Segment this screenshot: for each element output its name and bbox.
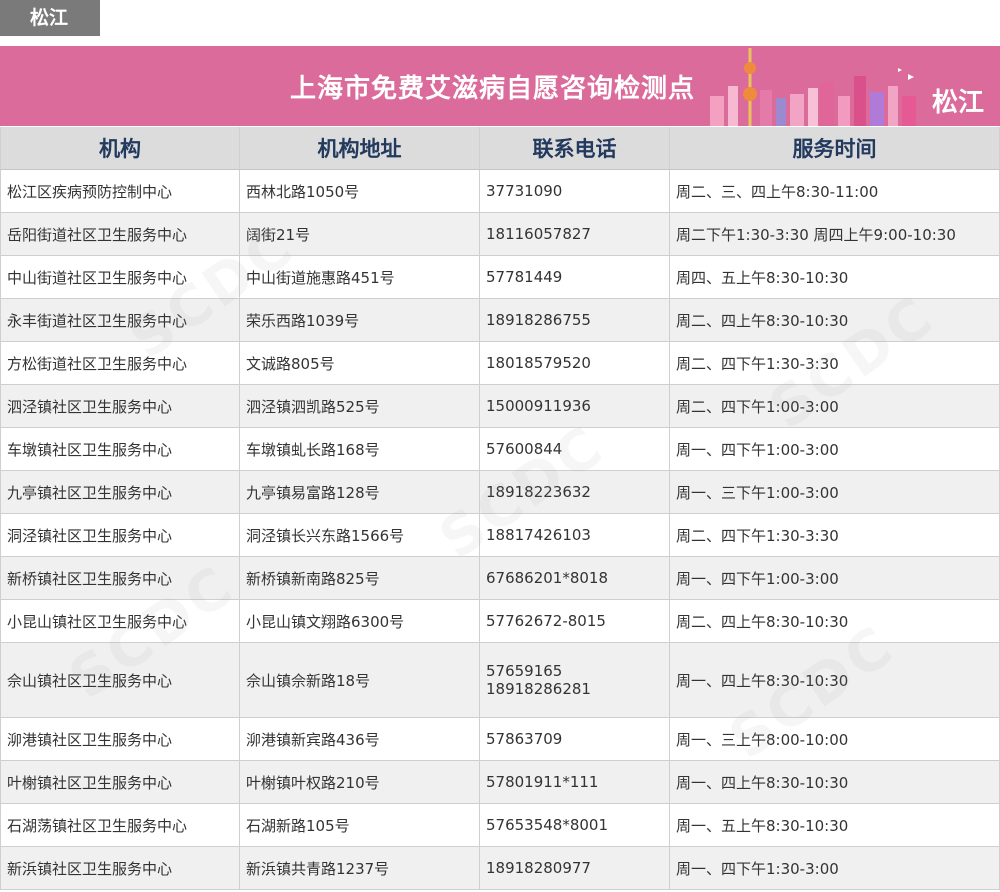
institution-cell: 新桥镇社区卫生服务中心	[0, 557, 240, 600]
address-cell: 泗泾镇泗凯路525号	[240, 385, 480, 428]
institution-cell: 九亭镇社区卫生服务中心	[0, 471, 240, 514]
table-row: 永丰街道社区卫生服务中心 荣乐西路1039号 18918286755 周二、四上午8:…	[0, 299, 1000, 342]
hours-cell: 周四、五上午8:30-10:30	[670, 256, 1000, 299]
hours-cell: 周二、四下午1:30-3:30	[670, 342, 1000, 385]
phone-cell: 18116057827	[480, 213, 670, 256]
hours-cell: 周一、四上午8:30-10:30	[670, 643, 1000, 718]
institution-cell: 松江区疾病预防控制中心	[0, 170, 240, 213]
phone-cell: 18918280977	[480, 847, 670, 890]
address-cell: 中山街道施惠路451号	[240, 256, 480, 299]
institution-cell: 泗泾镇社区卫生服务中心	[0, 385, 240, 428]
hours-cell: 周二、四下午1:00-3:00	[670, 385, 1000, 428]
banner: 上海市免费艾滋病自愿咨询检测点 松江	[0, 46, 1000, 126]
address-cell: 佘山镇佘新路18号	[240, 643, 480, 718]
institution-cell: 永丰街道社区卫生服务中心	[0, 299, 240, 342]
hours-cell: 周一、四下午1:00-3:00	[670, 428, 1000, 471]
institution-cell: 中山街道社区卫生服务中心	[0, 256, 240, 299]
column-header: 服务时间	[670, 127, 1000, 170]
phone-cell: 57781449	[480, 256, 670, 299]
institution-cell: 石湖荡镇社区卫生服务中心	[0, 804, 240, 847]
phone-cell: 57801911*111	[480, 761, 670, 804]
institution-cell: 方松街道社区卫生服务中心	[0, 342, 240, 385]
hours-cell: 周二、四上午8:30-10:30	[670, 600, 1000, 643]
hours-cell: 周二、四上午8:30-10:30	[670, 299, 1000, 342]
phone-cell: 57653548*8001	[480, 804, 670, 847]
hours-cell: 周一、四下午1:00-3:00	[670, 557, 1000, 600]
address-cell: 西林北路1050号	[240, 170, 480, 213]
hours-cell: 周一、三下午1:00-3:00	[670, 471, 1000, 514]
institution-cell: 车墩镇社区卫生服务中心	[0, 428, 240, 471]
address-cell: 新桥镇新南路825号	[240, 557, 480, 600]
institution-cell: 叶榭镇社区卫生服务中心	[0, 761, 240, 804]
address-cell: 小昆山镇文翔路6300号	[240, 600, 480, 643]
phone-cell: 57762672-8015	[480, 600, 670, 643]
address-cell: 九亭镇易富路128号	[240, 471, 480, 514]
hours-cell: 周一、四上午8:30-10:30	[670, 761, 1000, 804]
table-row: 石湖荡镇社区卫生服务中心 石湖新路105号 57653548*8001 周一、五上午8…	[0, 804, 1000, 847]
phone-cell: 57863709	[480, 718, 670, 761]
institution-cell: 洞泾镇社区卫生服务中心	[0, 514, 240, 557]
address-cell: 新浜镇共青路1237号	[240, 847, 480, 890]
table-row: 松江区疾病预防控制中心 西林北路1050号 37731090 周二、三、四上午8:30…	[0, 170, 1000, 213]
phone-cell: 18918223632	[480, 471, 670, 514]
address-cell: 阔街21号	[240, 213, 480, 256]
institution-cell: 岳阳街道社区卫生服务中心	[0, 213, 240, 256]
table-row: 洞泾镇社区卫生服务中心 洞泾镇长兴东路1566号 18817426103 周二、四下午…	[0, 514, 1000, 557]
address-cell: 车墩镇虬长路168号	[240, 428, 480, 471]
hours-cell: 周二、三、四上午8:30-11:00	[670, 170, 1000, 213]
column-header: 机构地址	[240, 127, 480, 170]
institution-cell: 泖港镇社区卫生服务中心	[0, 718, 240, 761]
table-row: 新桥镇社区卫生服务中心 新桥镇新南路825号 67686201*8018 周一、四下午…	[0, 557, 1000, 600]
address-cell: 石湖新路105号	[240, 804, 480, 847]
phone-cell: 57600844	[480, 428, 670, 471]
table-row: 小昆山镇社区卫生服务中心 小昆山镇文翔路6300号 57762672-8015 周二、…	[0, 600, 1000, 643]
table-row: 九亭镇社区卫生服务中心 九亭镇易富路128号 18918223632 周一、三下午1:…	[0, 471, 1000, 514]
phone-cell: 37731090	[480, 170, 670, 213]
column-header: 联系电话	[480, 127, 670, 170]
hours-cell: 周二、四下午1:30-3:30	[670, 514, 1000, 557]
institution-cell: 新浜镇社区卫生服务中心	[0, 847, 240, 890]
address-cell: 叶榭镇叶权路210号	[240, 761, 480, 804]
phone-cell: 67686201*8018	[480, 557, 670, 600]
address-cell: 文诚路805号	[240, 342, 480, 385]
table-row: 方松街道社区卫生服务中心 文诚路805号 18018579520 周二、四下午1:30…	[0, 342, 1000, 385]
institution-cell: 小昆山镇社区卫生服务中心	[0, 600, 240, 643]
address-cell: 泖港镇新宾路436号	[240, 718, 480, 761]
table-row: 泖港镇社区卫生服务中心 泖港镇新宾路436号 57863709 周一、三上午8:00-…	[0, 718, 1000, 761]
table-row: 叶榭镇社区卫生服务中心 叶榭镇叶权路210号 57801911*111 周一、四上午8…	[0, 761, 1000, 804]
hours-cell: 周二下午1:30-3:30 周四上午9:00-10:30	[670, 213, 1000, 256]
district-tag: 松江	[0, 0, 100, 36]
table-row: 岳阳街道社区卫生服务中心 阔街21号 18116057827 周二下午1:30-3:3…	[0, 213, 1000, 256]
phone-cell: 18018579520	[480, 342, 670, 385]
banner-district-label: 松江	[932, 88, 985, 118]
hours-cell: 周一、四下午1:30-3:00	[670, 847, 1000, 890]
address-cell: 荣乐西路1039号	[240, 299, 480, 342]
table-header-row: 机构 机构地址 联系电话 服务时间	[0, 127, 1000, 170]
phone-cell: 18918286755	[480, 299, 670, 342]
table-row: 泗泾镇社区卫生服务中心 泗泾镇泗凯路525号 15000911936 周二、四下午1:…	[0, 385, 1000, 428]
hours-cell: 周一、五上午8:30-10:30	[670, 804, 1000, 847]
phone-cell: 18817426103	[480, 514, 670, 557]
banner-title: 上海市免费艾滋病自愿咨询检测点	[290, 74, 696, 104]
institution-cell: 佘山镇社区卫生服务中心	[0, 643, 240, 718]
column-header: 机构	[0, 127, 240, 170]
table-row: 车墩镇社区卫生服务中心 车墩镇虬长路168号 57600844 周一、四下午1:00-…	[0, 428, 1000, 471]
hours-cell: 周一、三上午8:00-10:00	[670, 718, 1000, 761]
table-row: 中山街道社区卫生服务中心 中山街道施惠路451号 57781449 周四、五上午8:3…	[0, 256, 1000, 299]
address-cell: 洞泾镇长兴东路1566号	[240, 514, 480, 557]
phone-cell: 15000911936	[480, 385, 670, 428]
phone-cell: 57659165 18918286281	[480, 643, 670, 718]
table-row: 新浜镇社区卫生服务中心 新浜镇共青路1237号 18918280977 周一、四下午1…	[0, 847, 1000, 890]
table-row: 佘山镇社区卫生服务中心 佘山镇佘新路18号 57659165 18918286281…	[0, 643, 1000, 718]
